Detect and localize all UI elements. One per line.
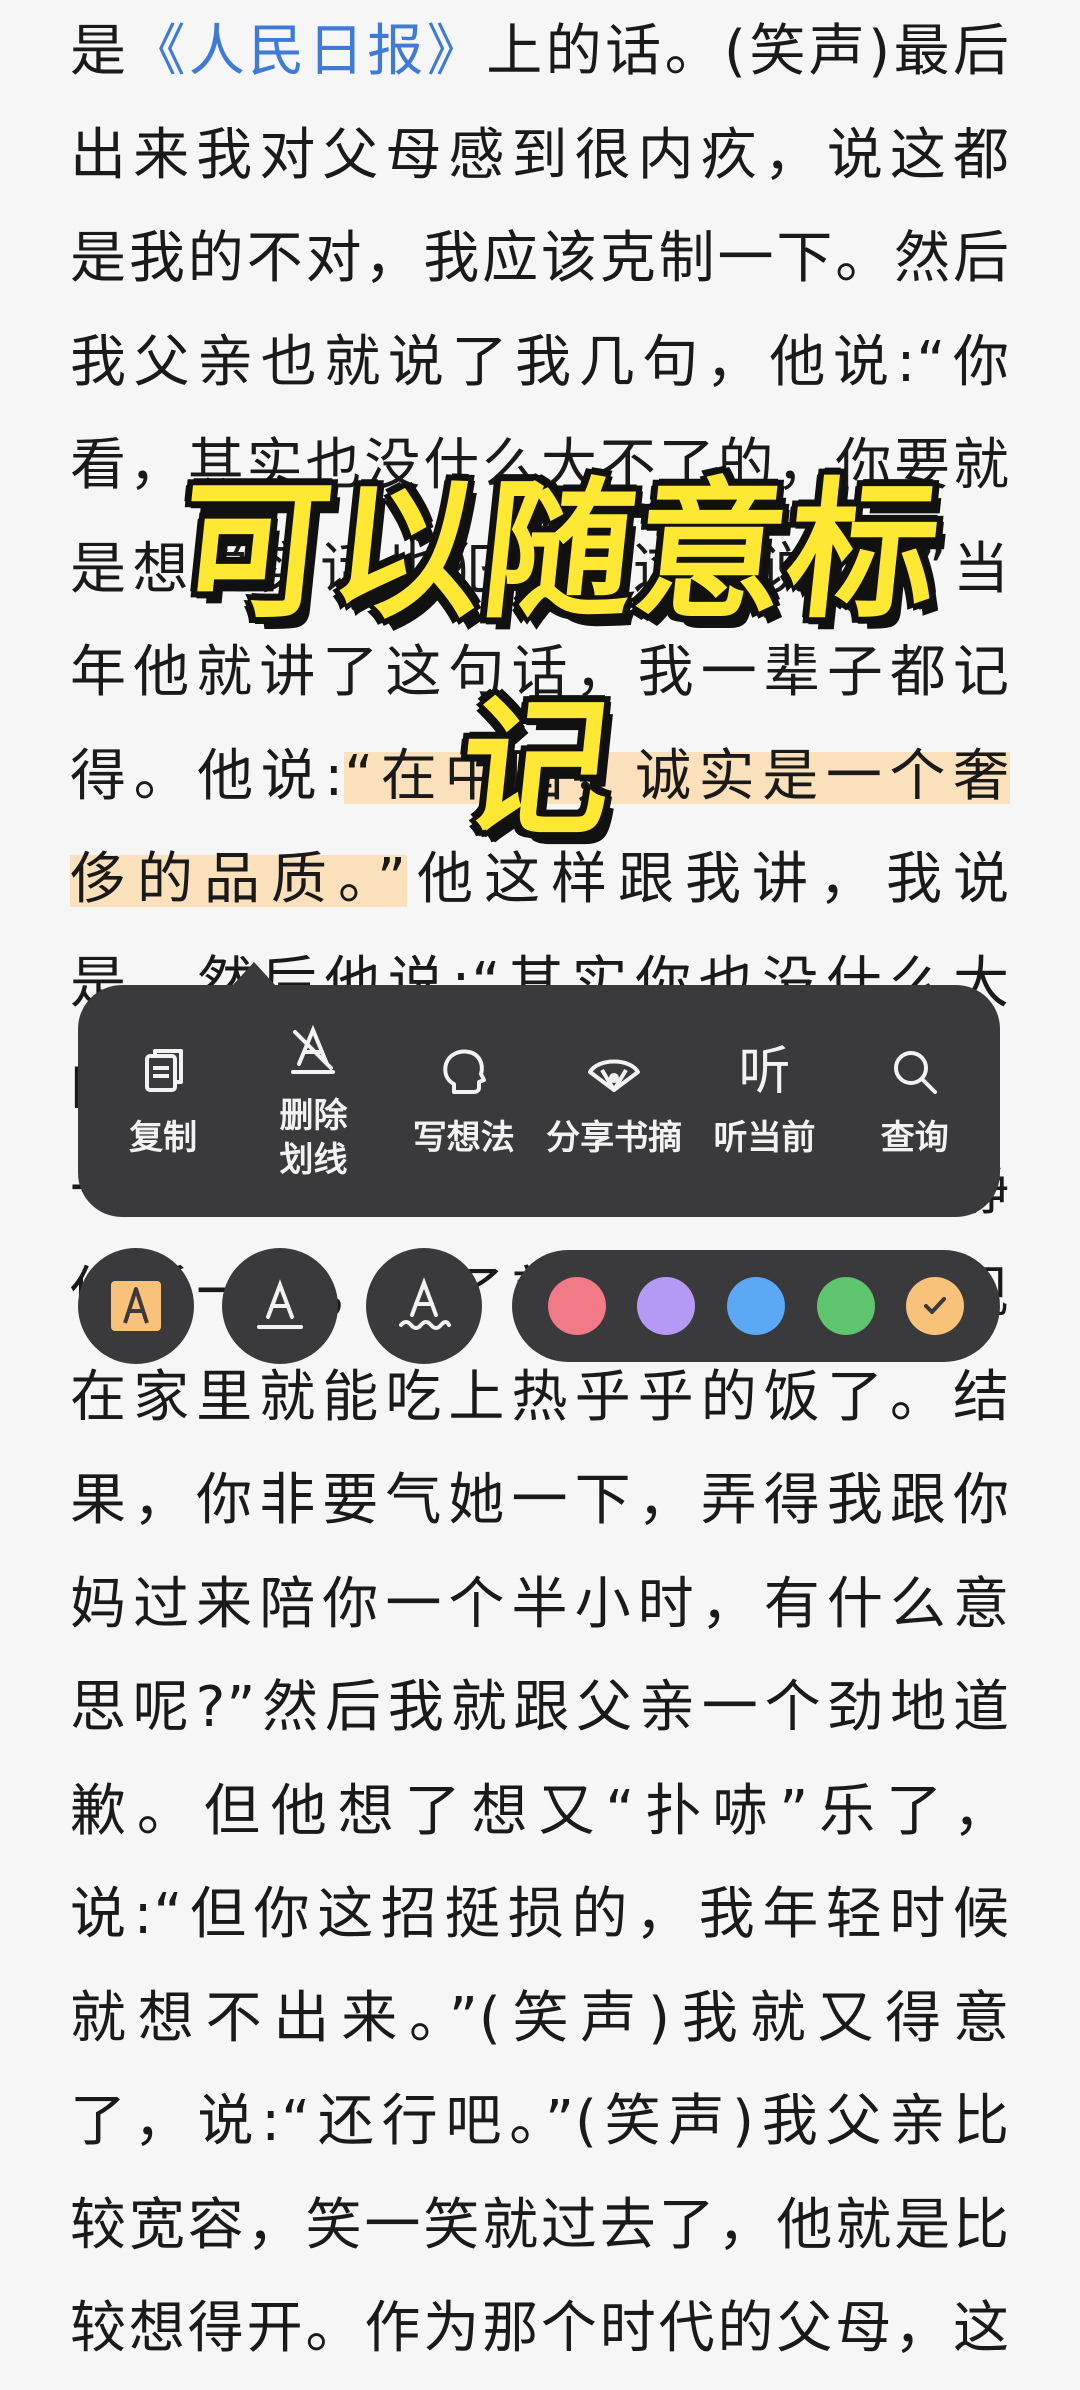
text-run: 果，你非要气她一下，弄得我跟你	[70, 1468, 1010, 1533]
color-swatch-green[interactable]	[816, 1277, 875, 1335]
text-run: 我父亲也就说了我几句，他说:“你	[70, 329, 1010, 395]
text-line[interactable]: 了，说:“还行吧。”(笑声)我父亲比	[70, 2070, 1010, 2174]
copy-icon	[145, 1049, 184, 1092]
text-line[interactable]: 我父亲也就说了我几句，他说:“你	[70, 311, 1010, 415]
color-swatch-purple[interactable]	[637, 1277, 696, 1335]
text-line[interactable]: 是我的不对，我应该克制一下。然后	[70, 207, 1010, 311]
text-line[interactable]: 说:“但你这招挺损的，我年轻时候	[70, 1863, 1010, 1967]
write-thought-label: 写想法	[412, 1118, 515, 1158]
text-run: 就想不出来。”(笑声)我就又得意	[70, 1985, 1010, 2051]
text-run: 了，说:“还行吧。”(笑声)我父亲比	[70, 2089, 1010, 2154]
color-swatch-pink[interactable]	[547, 1277, 606, 1335]
thought-bubble-icon	[443, 1049, 486, 1094]
text-run: 思呢?”然后我就跟父亲一个劲地道	[70, 1675, 1010, 1740]
erase-underline-icon	[291, 1024, 336, 1074]
text-line[interactable]: 果，你非要气她一下，弄得我跟你	[70, 1449, 1010, 1553]
text-run: 较宽容，笑一笑就过去了，他就是比	[70, 2192, 1010, 2258]
color-swatch-blue[interactable]	[726, 1277, 785, 1335]
text-run: 出来我对父母感到很内疚，说这都	[70, 122, 1010, 188]
share-excerpt-button[interactable]: 分享书摘	[544, 1042, 684, 1160]
text-line[interactable]: 妈过来陪你一个半小时，有什么意	[70, 1553, 1010, 1657]
copy-button[interactable]: 复制	[93, 1042, 233, 1160]
text-run: 在家里就能吃上热乎乎的饭了。结	[70, 1364, 1010, 1430]
marker-a-icon	[111, 1281, 161, 1331]
text-run: 较想得开。作为那个时代的父母，这	[70, 2296, 1010, 2361]
listen-current-label: 听当前	[713, 1118, 816, 1158]
text-line[interactable]: 思呢?”然后我就跟父亲一个劲地道	[70, 1656, 1010, 1760]
text-run: 歉。但他想了想又“扑哧”乐了，	[70, 1778, 1010, 1844]
lookup-label: 查询	[880, 1118, 949, 1158]
share-fan-icon	[588, 1059, 641, 1092]
checkmark-icon	[924, 1297, 947, 1314]
text-run: 妈过来陪你一个半小时，有什么意	[70, 1571, 1010, 1637]
menu-pointer	[232, 962, 276, 986]
text-line[interactable]: 较想得开。作为那个时代的父母，这	[70, 2277, 1010, 2381]
book-title-link[interactable]: 《人民日报》	[129, 19, 486, 84]
text-line[interactable]: 是《人民日报》上的话。(笑声)最后	[70, 0, 1010, 104]
text-line[interactable]: 较宽容，笑一笑就过去了，他就是比	[70, 2174, 1010, 2278]
copy-label: 复制	[129, 1118, 198, 1158]
text-line[interactable]: 就想不出来。”(笑声)我就又得意	[70, 1967, 1010, 2071]
text-run: 上的话。(笑声)最后	[486, 19, 1011, 84]
wavy-a-icon	[399, 1277, 451, 1330]
underline-style-button[interactable]	[222, 1248, 338, 1364]
selection-action-menu: 复制 删除 划线 写想法 分享书摘 听 听当前 查询	[78, 985, 1000, 1217]
underline-a-icon	[257, 1279, 303, 1329]
highlight-color-bar	[512, 1250, 1000, 1362]
overlay-caption: 可以随意标记	[170, 465, 950, 856]
color-swatch-orange[interactable]	[906, 1277, 965, 1335]
search-icon	[893, 1051, 937, 1094]
delete-underline-button[interactable]: 删除 划线	[243, 1020, 383, 1182]
listen-glyph-icon: 听	[738, 1042, 791, 1102]
text-line[interactable]: 出来我对父母感到很内疚，说这都	[70, 104, 1010, 208]
highlight-style-button[interactable]	[78, 1248, 194, 1364]
wavy-underline-style-button[interactable]	[366, 1248, 482, 1364]
text-line[interactable]: 歉。但他想了想又“扑哧”乐了，	[70, 1760, 1010, 1864]
text-run: 是	[70, 19, 130, 84]
lookup-button[interactable]: 查询	[845, 1042, 985, 1160]
text-run: 说:“但你这招挺损的，我年轻时候	[70, 1882, 1010, 1947]
share-excerpt-label: 分享书摘	[546, 1118, 683, 1158]
text-run: 是我的不对，我应该克制一下。然后	[70, 226, 1010, 291]
delete-underline-label: 删除 划线	[279, 1096, 348, 1180]
write-thought-button[interactable]: 写想法	[394, 1042, 534, 1160]
listen-current-button[interactable]: 听 听当前	[694, 1042, 834, 1160]
